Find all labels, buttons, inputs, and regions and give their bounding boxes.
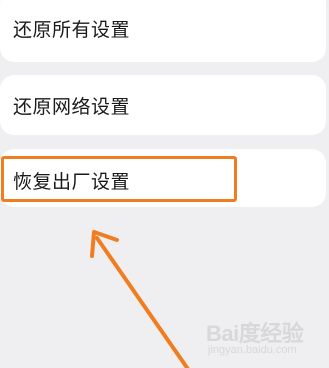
- factory-reset-label: 恢复出厂设置: [13, 171, 131, 193]
- watermark-url: jingyan.baidu.com: [208, 344, 297, 356]
- reset-network-settings-label: 还原网络设置: [13, 96, 131, 118]
- reset-all-settings-item[interactable]: 还原所有设置: [0, 0, 326, 62]
- reset-network-settings-item[interactable]: 还原网络设置: [0, 75, 326, 135]
- baidu-jingyan-watermark: Bai度经验 jingyan.baidu.com: [206, 310, 316, 358]
- reset-all-settings-label: 还原所有设置: [13, 19, 131, 41]
- factory-reset-item[interactable]: 恢复出厂设置: [0, 149, 326, 207]
